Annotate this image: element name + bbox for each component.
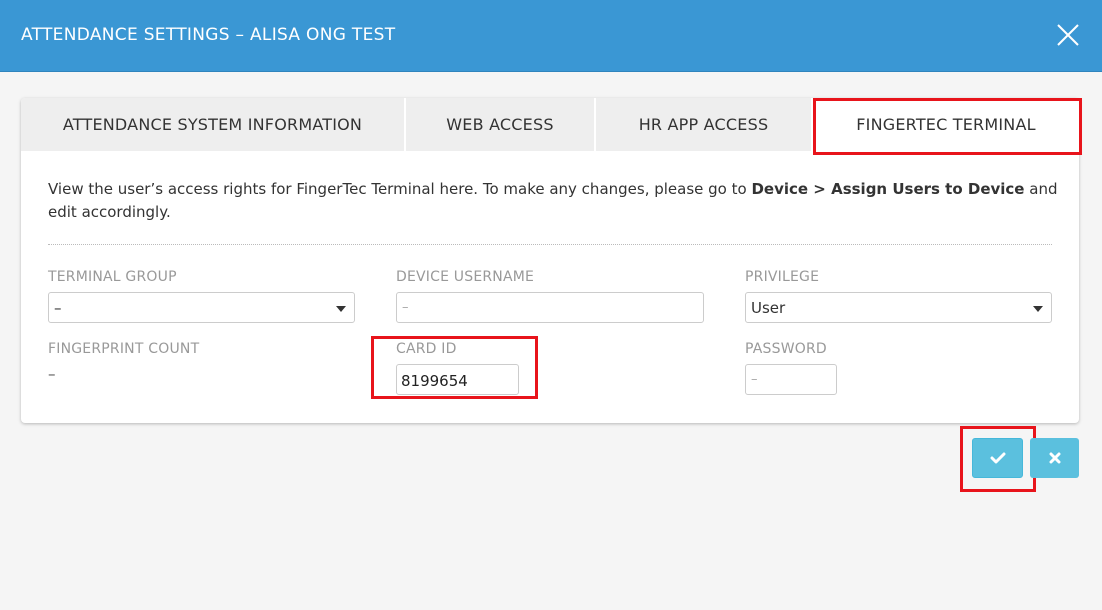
chevron-down-icon [1033,306,1043,312]
privilege-select[interactable]: User [745,292,1052,323]
terminal-group-select[interactable]: – [48,292,355,323]
close-button[interactable] [1056,23,1080,47]
tab-bar: ATTENDANCE SYSTEM INFORMATION WEB ACCESS… [21,98,1079,151]
terminal-group-label: TERMINAL GROUP [48,269,177,285]
privilege-value: User [751,299,786,317]
settings-panel: ATTENDANCE SYSTEM INFORMATION WEB ACCESS… [21,98,1079,423]
x-icon [1049,452,1060,464]
card-id-input[interactable]: 8199654 [396,364,519,395]
terminal-group-value: – [54,299,62,317]
description-text: View the user’s access rights for Finger… [48,178,1058,224]
chevron-down-icon [336,306,346,312]
dialog-header: ATTENDANCE SETTINGS – ALISA ONG TEST [0,0,1102,72]
check-icon [990,452,1005,464]
password-input[interactable]: – [745,364,837,395]
close-icon [1057,24,1079,46]
card-id-value: 8199654 [401,372,468,390]
divider [48,244,1052,245]
tab-web-access[interactable]: WEB ACCESS [406,98,596,151]
password-label: PASSWORD [745,341,827,357]
card-id-label: CARD ID [396,341,457,357]
description-before: View the user’s access rights for Finger… [48,180,752,198]
tab-fingertec-terminal[interactable]: FINGERTEC TERMINAL [813,98,1079,151]
privilege-label: PRIVILEGE [745,269,820,285]
device-username-label: DEVICE USERNAME [396,269,535,285]
fingerprint-count-label: FINGERPRINT COUNT [48,341,200,357]
fingerprint-count-value: – [48,365,56,383]
cancel-button[interactable] [1030,438,1079,478]
tab-hr-app-access[interactable]: HR APP ACCESS [596,98,813,151]
confirm-button[interactable] [972,438,1023,478]
description-path: Device > Assign Users to Device [751,180,1025,198]
device-username-placeholder: – [402,300,409,315]
device-username-input[interactable]: – [396,292,704,323]
dialog-title: ATTENDANCE SETTINGS – ALISA ONG TEST [21,25,396,45]
password-placeholder: – [751,372,758,387]
tab-attendance-system-information[interactable]: ATTENDANCE SYSTEM INFORMATION [21,98,406,151]
